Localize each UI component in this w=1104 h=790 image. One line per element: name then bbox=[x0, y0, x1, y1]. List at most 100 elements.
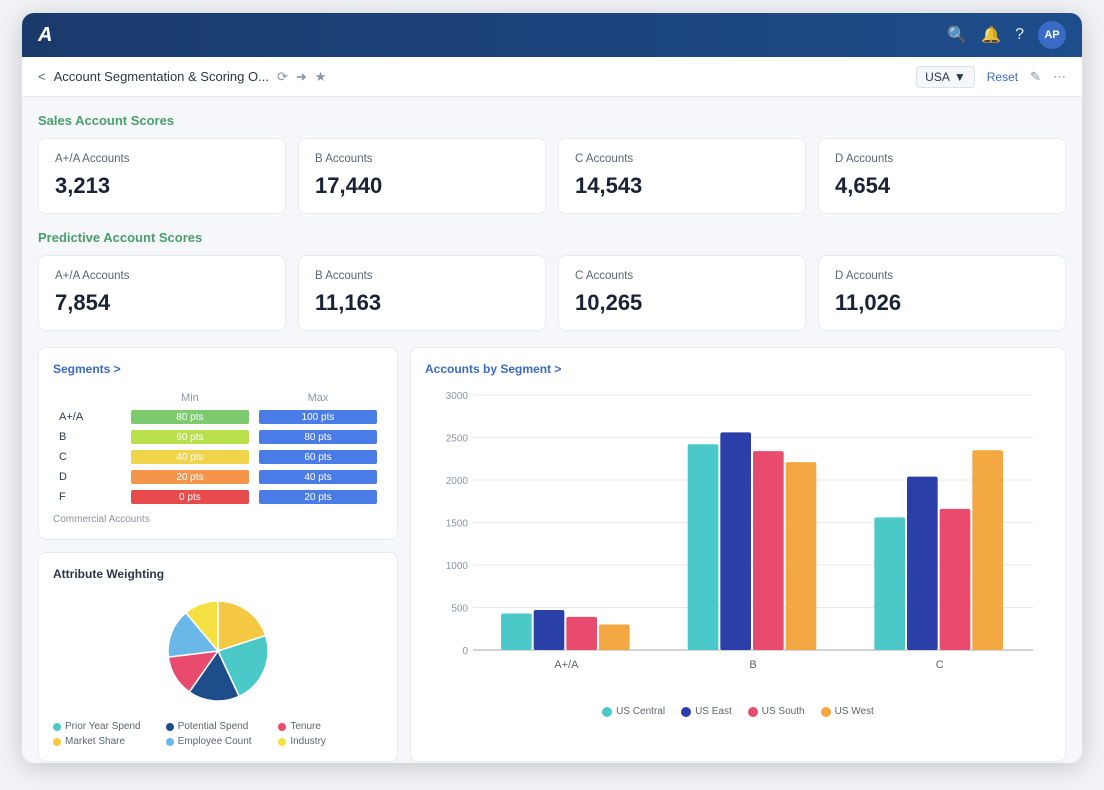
seg-col-min: Min bbox=[127, 390, 253, 406]
table-row: C 40 pts 60 pts bbox=[55, 448, 381, 466]
score-card-label: D Accounts bbox=[835, 270, 1049, 282]
legend-label: Market Share bbox=[65, 736, 125, 747]
chart-legend-label: US Central bbox=[616, 706, 665, 717]
seg-col-label bbox=[55, 390, 125, 406]
segments-table: Min Max A+/A 80 pts 100 pts B 60 pts 80 … bbox=[53, 388, 383, 508]
y-label: 3000 bbox=[446, 391, 469, 402]
legend-dot bbox=[166, 738, 174, 746]
seg-max-bar: 20 pts bbox=[255, 488, 381, 506]
sales-cards-grid: A+/A Accounts 3,213 B Accounts 17,440 C … bbox=[38, 138, 1066, 214]
bar bbox=[786, 462, 817, 650]
seg-label: A+/A bbox=[55, 408, 125, 426]
breadcrumb-right: USA ▼ Reset ✎ ⋯ bbox=[916, 66, 1066, 88]
more-options-icon[interactable]: ⋯ bbox=[1053, 69, 1066, 85]
score-card-label: B Accounts bbox=[315, 153, 529, 165]
star-icon[interactable]: ★ bbox=[315, 69, 327, 85]
legend-item: Industry bbox=[278, 736, 383, 747]
score-card-label: B Accounts bbox=[315, 270, 529, 282]
legend-label: Potential Spend bbox=[178, 721, 249, 732]
legend-label: Tenure bbox=[290, 721, 321, 732]
legend-item: Market Share bbox=[53, 736, 158, 747]
search-icon[interactable]: 🔍 bbox=[947, 25, 967, 45]
chart-legend-dot bbox=[681, 707, 691, 717]
bar bbox=[566, 617, 597, 650]
region-selector[interactable]: USA ▼ bbox=[916, 66, 975, 88]
back-button[interactable]: < bbox=[38, 69, 46, 84]
legend-item: Tenure bbox=[278, 721, 383, 732]
chart-legend-item: US South bbox=[748, 706, 805, 717]
score-card-value: 14,543 bbox=[575, 173, 789, 199]
seg-label: B bbox=[55, 428, 125, 446]
avatar[interactable]: AP bbox=[1038, 21, 1066, 49]
legend-item: Potential Spend bbox=[166, 721, 271, 732]
legend-dot bbox=[278, 738, 286, 746]
refresh-icon[interactable]: ⟳ bbox=[277, 69, 288, 85]
chart-legend-label: US East bbox=[695, 706, 732, 717]
bar bbox=[720, 432, 751, 650]
region-label: USA bbox=[925, 70, 950, 84]
bar bbox=[599, 625, 630, 651]
chart-legend-dot bbox=[602, 707, 612, 717]
breadcrumb-actions: ⟳ ➜ ★ bbox=[277, 69, 326, 85]
y-label: 0 bbox=[462, 646, 468, 657]
seg-max-bar: 80 pts bbox=[255, 428, 381, 446]
seg-label: F bbox=[55, 488, 125, 506]
chart-panel: Accounts by Segment > 050010001500200025… bbox=[410, 347, 1066, 762]
legend-label: Industry bbox=[290, 736, 326, 747]
table-row: D 20 pts 40 pts bbox=[55, 468, 381, 486]
bar bbox=[940, 509, 971, 650]
score-card: A+/A Accounts 7,854 bbox=[38, 255, 286, 331]
score-card-value: 4,654 bbox=[835, 173, 1049, 199]
bar bbox=[753, 451, 784, 650]
bar bbox=[501, 613, 532, 650]
bottom-panels: Segments > Min Max A+/A 80 pts 100 pts bbox=[38, 347, 1066, 762]
x-label: B bbox=[749, 659, 756, 671]
chart-legend-item: US East bbox=[681, 706, 732, 717]
segments-title[interactable]: Segments > bbox=[53, 362, 383, 376]
seg-min-bar: 60 pts bbox=[127, 428, 253, 446]
score-card: A+/A Accounts 3,213 bbox=[38, 138, 286, 214]
share-icon[interactable]: ➜ bbox=[296, 69, 307, 85]
chart-legend-label: US West bbox=[835, 706, 874, 717]
app-logo: A bbox=[38, 24, 52, 47]
chart-title[interactable]: Accounts by Segment > bbox=[425, 362, 1051, 376]
predictive-cards-grid: A+/A Accounts 7,854 B Accounts 11,163 C … bbox=[38, 255, 1066, 331]
chart-legend-label: US South bbox=[762, 706, 805, 717]
y-label: 1000 bbox=[446, 561, 469, 572]
score-card-value: 7,854 bbox=[55, 290, 269, 316]
edit-icon[interactable]: ✎ bbox=[1030, 69, 1041, 85]
seg-min-bar: 20 pts bbox=[127, 468, 253, 486]
seg-col-max: Max bbox=[255, 390, 381, 406]
reset-button[interactable]: Reset bbox=[987, 70, 1018, 84]
bell-icon[interactable]: 🔔 bbox=[981, 25, 1001, 45]
score-card: C Accounts 10,265 bbox=[558, 255, 806, 331]
score-card-value: 3,213 bbox=[55, 173, 269, 199]
bar bbox=[534, 610, 565, 650]
score-card-value: 11,163 bbox=[315, 290, 529, 316]
breadcrumb-bar: < Account Segmentation & Scoring O... ⟳ … bbox=[22, 57, 1082, 97]
score-card-value: 11,026 bbox=[835, 290, 1049, 316]
seg-max-bar: 60 pts bbox=[255, 448, 381, 466]
score-card-value: 17,440 bbox=[315, 173, 529, 199]
left-panel: Segments > Min Max A+/A 80 pts 100 pts bbox=[38, 347, 398, 762]
page-title: Account Segmentation & Scoring O... bbox=[54, 69, 269, 84]
score-card-label: C Accounts bbox=[575, 153, 789, 165]
bar bbox=[688, 444, 719, 650]
seg-max-bar: 40 pts bbox=[255, 468, 381, 486]
chart-legend: US Central US East US South US West bbox=[425, 706, 1051, 717]
score-card-label: A+/A Accounts bbox=[55, 153, 269, 165]
table-row: F 0 pts 20 pts bbox=[55, 488, 381, 506]
attribute-weighting-card: Attribute Weighting Prior Year Spend Pot… bbox=[38, 552, 398, 762]
y-label: 500 bbox=[451, 604, 468, 615]
y-label: 2000 bbox=[446, 476, 469, 487]
segments-card: Segments > Min Max A+/A 80 pts 100 pts bbox=[38, 347, 398, 540]
topbar: A 🔍 🔔 ? AP bbox=[22, 13, 1082, 57]
chart-area: 050010001500200025003000A+/ABC bbox=[425, 380, 1051, 700]
help-icon[interactable]: ? bbox=[1015, 26, 1024, 44]
score-card-label: D Accounts bbox=[835, 153, 1049, 165]
seg-max-bar: 100 pts bbox=[255, 408, 381, 426]
bar bbox=[972, 450, 1003, 650]
legend-dot bbox=[53, 723, 61, 731]
legend-label: Employee Count bbox=[178, 736, 252, 747]
table-row: A+/A 80 pts 100 pts bbox=[55, 408, 381, 426]
